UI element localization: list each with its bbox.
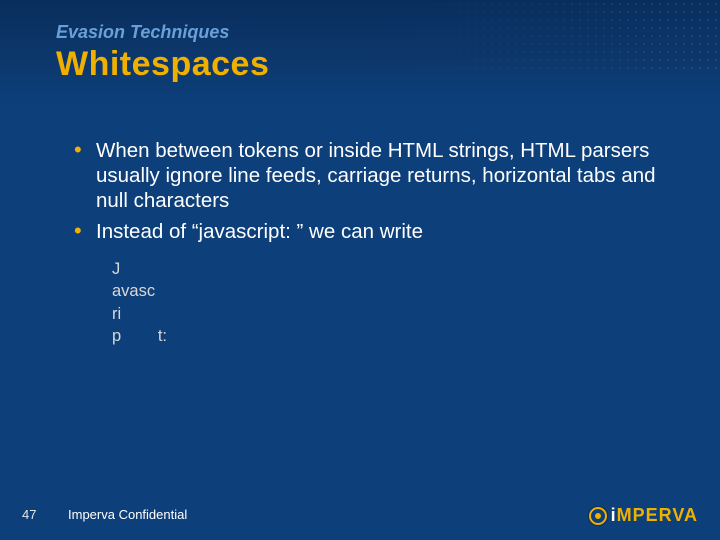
code-block: J avasc ri p t: xyxy=(112,258,680,347)
bullet-item: When between tokens or inside HTML strin… xyxy=(68,138,680,213)
bullet-item: Instead of “javascript: ” we can write xyxy=(68,219,680,244)
bullet-list: When between tokens or inside HTML strin… xyxy=(68,138,680,244)
decorative-dots xyxy=(400,0,720,70)
slide: Evasion Techniques Whitespaces When betw… xyxy=(0,0,720,540)
slide-body: When between tokens or inside HTML strin… xyxy=(68,138,680,347)
footer-text: Imperva Confidential xyxy=(68,507,187,522)
page-number: 47 xyxy=(22,507,36,522)
logo-mark-icon xyxy=(589,507,607,525)
slide-header: Evasion Techniques Whitespaces xyxy=(56,22,269,84)
confidential-label: Imperva Confidential xyxy=(68,507,187,522)
imperva-logo: iMPERVA xyxy=(589,505,698,526)
slide-title: Whitespaces xyxy=(56,45,269,84)
slide-eyebrow: Evasion Techniques xyxy=(56,22,269,43)
logo-text-mperva: MPERVA xyxy=(617,505,698,526)
